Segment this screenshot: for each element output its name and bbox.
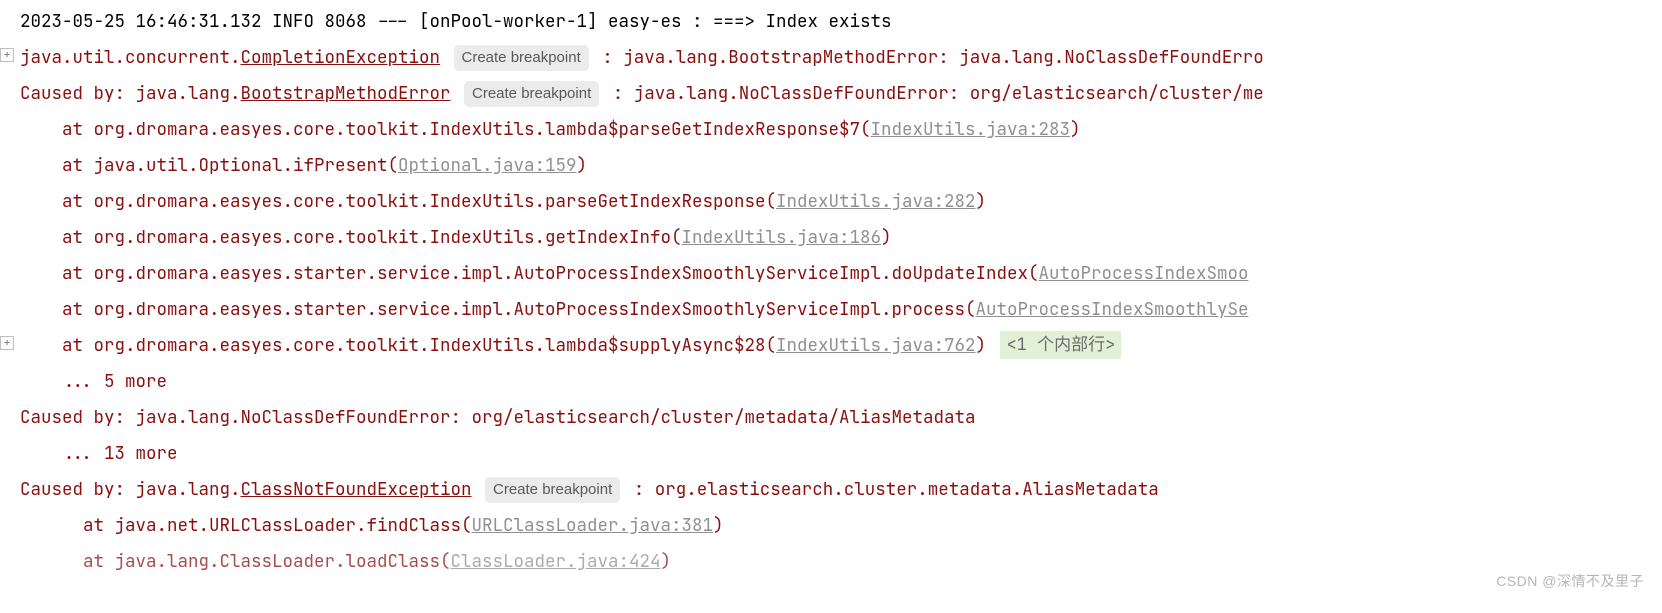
expand-icon[interactable]: + xyxy=(0,336,14,350)
log-text: : org.elasticsearch.cluster.metadata.Ali… xyxy=(634,478,1159,501)
log-text: ) xyxy=(660,550,671,573)
folded-frames-hint[interactable]: <1 个内部行> xyxy=(1000,331,1121,359)
source-link[interactable]: AutoProcessIndexSmoo xyxy=(1038,262,1248,285)
source-link[interactable]: IndexUtils.java:282 xyxy=(776,190,976,213)
source-link[interactable]: IndexUtils.java:283 xyxy=(870,118,1070,141)
log-text: ) xyxy=(1070,118,1081,141)
source-link[interactable]: IndexUtils.java:186 xyxy=(681,226,881,249)
log-text: java.util.concurrent. xyxy=(20,46,241,69)
source-link[interactable]: AutoProcessIndexSmoothlySe xyxy=(975,298,1248,321)
log-line-info: 2023-05-25 16:46:31.132 INFO 8068 --- [o… xyxy=(0,4,1662,40)
create-breakpoint-button[interactable]: Create breakpoint xyxy=(454,45,589,71)
log-text: at org.dromara.easyes.core.toolkit.Index… xyxy=(62,334,776,357)
log-text: at org.dromara.easyes.core.toolkit.Index… xyxy=(62,190,776,213)
exception-link[interactable]: CompletionException xyxy=(241,46,441,69)
log-line-more: ... 5 more xyxy=(0,364,1662,400)
log-line-stack: at java.lang.ClassLoader.loadClass(Class… xyxy=(0,544,1662,580)
log-line-more: ... 13 more xyxy=(0,436,1662,472)
console-output: 2023-05-25 16:46:31.132 INFO 8068 --- [o… xyxy=(0,0,1662,580)
log-line-stack: at org.dromara.easyes.core.toolkit.Index… xyxy=(0,220,1662,256)
log-line-stack: at org.dromara.easyes.starter.service.im… xyxy=(0,256,1662,292)
log-text: ) xyxy=(881,226,892,249)
log-line-stack: at org.dromara.easyes.starter.service.im… xyxy=(0,292,1662,328)
log-text: at java.util.Optional.ifPresent( xyxy=(62,154,398,177)
log-text: ... 5 more xyxy=(62,370,167,393)
log-line-caused-by: Caused by: java.lang.ClassNotFoundExcept… xyxy=(0,472,1662,508)
source-link[interactable]: ClassLoader.java:424 xyxy=(450,550,660,573)
log-text: at org.dromara.easyes.core.toolkit.Index… xyxy=(62,118,871,141)
log-line-stack: at org.dromara.easyes.core.toolkit.Index… xyxy=(0,184,1662,220)
log-text: ... 13 more xyxy=(62,442,178,465)
log-text: Caused by: java.lang. xyxy=(20,478,241,501)
log-line-caused-by: Caused by: java.lang.BootstrapMethodErro… xyxy=(0,76,1662,112)
log-text: at org.dromara.easyes.core.toolkit.Index… xyxy=(62,226,682,249)
log-line-stack: at java.net.URLClassLoader.findClass(URL… xyxy=(0,508,1662,544)
create-breakpoint-button[interactable]: Create breakpoint xyxy=(464,81,599,107)
log-text: at java.lang.ClassLoader.loadClass( xyxy=(83,550,451,573)
log-line-caused-by: Caused by: java.lang.NoClassDefFoundErro… xyxy=(0,400,1662,436)
log-text: Caused by: java.lang. xyxy=(20,82,241,105)
log-line-stack: + at org.dromara.easyes.core.toolkit.Ind… xyxy=(0,328,1662,364)
exception-link[interactable]: ClassNotFoundException xyxy=(241,478,472,501)
log-text: ) xyxy=(713,514,724,537)
source-link[interactable]: Optional.java:159 xyxy=(398,154,577,177)
log-text: ) xyxy=(975,334,986,357)
source-link[interactable]: IndexUtils.java:762 xyxy=(776,334,976,357)
expand-icon[interactable]: + xyxy=(0,48,14,62)
log-text: : java.lang.BootstrapMethodError: java.l… xyxy=(602,46,1264,69)
log-line-exception: + java.util.concurrent.CompletionExcepti… xyxy=(0,40,1662,76)
source-link[interactable]: URLClassLoader.java:381 xyxy=(471,514,713,537)
exception-link[interactable]: BootstrapMethodError xyxy=(241,82,451,105)
log-text: at org.dromara.easyes.starter.service.im… xyxy=(62,262,1039,285)
log-text: at org.dromara.easyes.starter.service.im… xyxy=(62,298,976,321)
log-text: ) xyxy=(576,154,587,177)
create-breakpoint-button[interactable]: Create breakpoint xyxy=(485,477,620,503)
watermark: CSDN @深情不及里子 xyxy=(1496,563,1644,599)
log-text: ) xyxy=(975,190,986,213)
log-text: Caused by: java.lang.NoClassDefFoundErro… xyxy=(20,406,976,429)
log-text: at java.net.URLClassLoader.findClass( xyxy=(83,514,472,537)
log-line-stack: at org.dromara.easyes.core.toolkit.Index… xyxy=(0,112,1662,148)
log-line-stack: at java.util.Optional.ifPresent(Optional… xyxy=(0,148,1662,184)
log-text: 2023-05-25 16:46:31.132 INFO 8068 --- [o… xyxy=(20,10,892,33)
log-text: : java.lang.NoClassDefFoundError: org/el… xyxy=(613,82,1264,105)
